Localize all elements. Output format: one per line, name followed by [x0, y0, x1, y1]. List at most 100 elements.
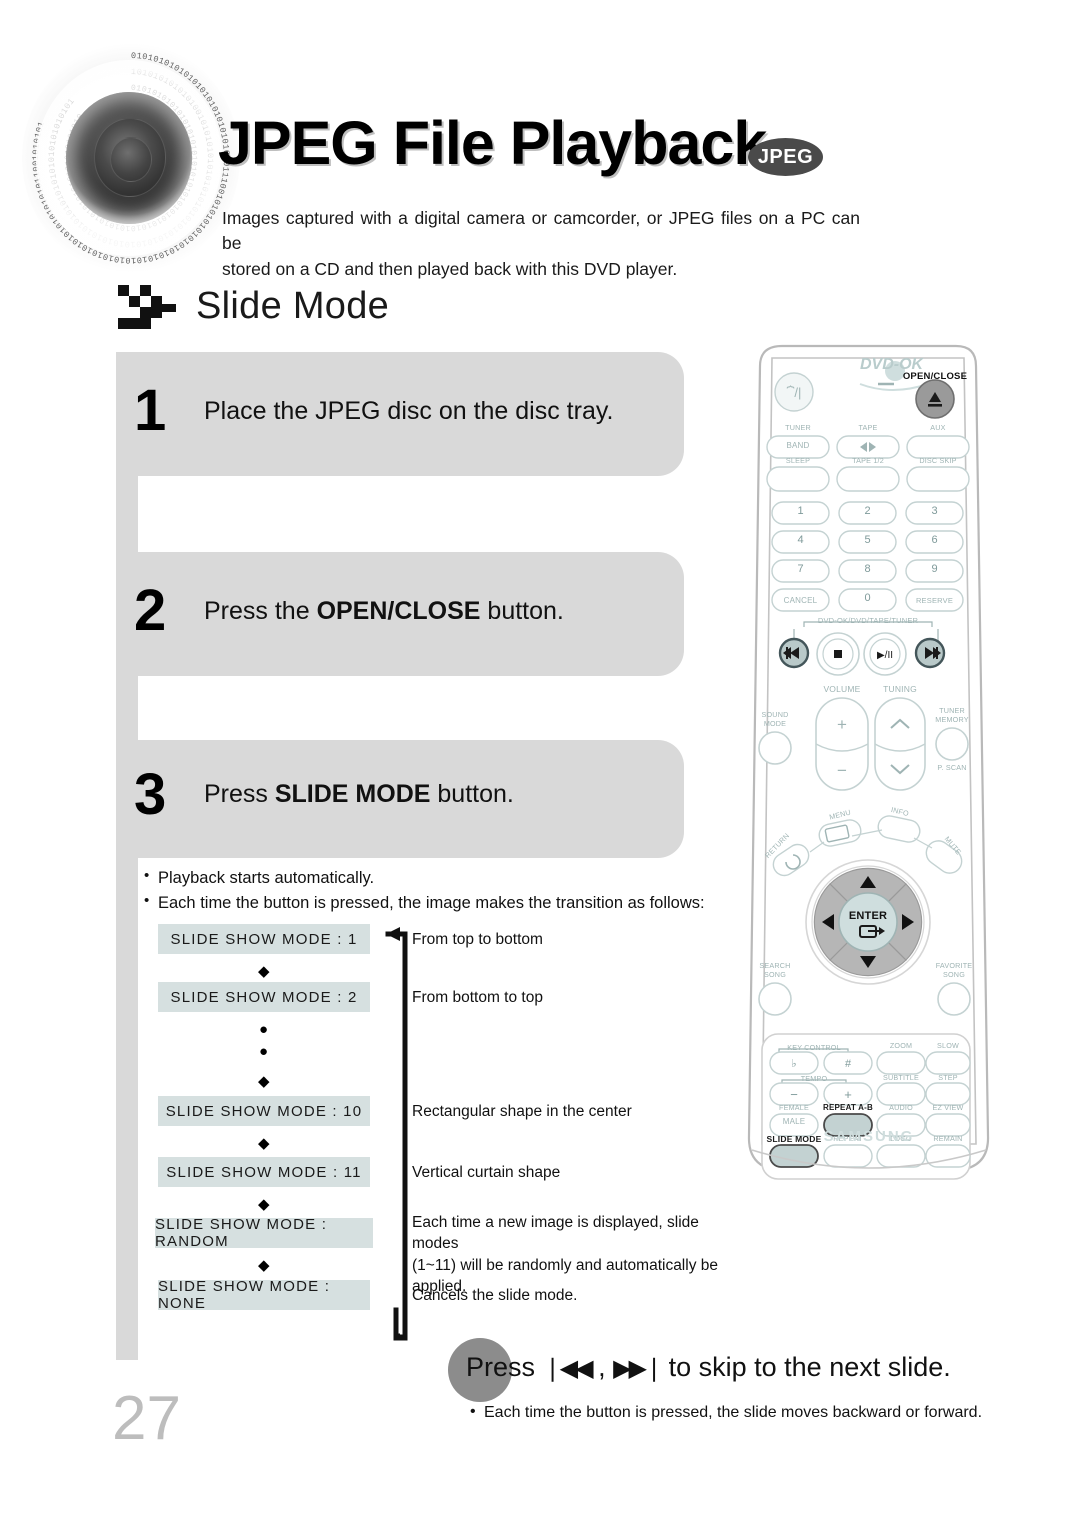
- intro-paragraph: Images captured with a digital camera or…: [222, 206, 860, 282]
- svg-text:+: +: [837, 715, 847, 734]
- step-1-text: Place the JPEG disc on the disc tray.: [204, 397, 613, 426]
- remote-label-transport-group: DVD-OK/DVD/TAPE/TUNER: [817, 616, 919, 625]
- remote-label-disc-skip: DISC SKIP: [919, 456, 957, 465]
- step-2-text-after: button.: [480, 597, 564, 625]
- flow-desc-line1: Each time a new image is displayed, slid…: [412, 1214, 699, 1253]
- flow-desc: Cancels the slide mode.: [412, 1287, 578, 1304]
- remote-key-3[interactable]: 3: [906, 505, 963, 517]
- flow-box: SLIDE SHOW MODE : RANDOM: [155, 1216, 373, 1250]
- page-number: 27: [112, 1384, 181, 1453]
- flow-desc: Rectangular shape in the center: [412, 1103, 632, 1120]
- remote-key-2[interactable]: 2: [839, 505, 896, 517]
- speaker-cone-icon: [66, 92, 192, 224]
- step-2-text: Press the OPEN/CLOSE button.: [204, 597, 564, 626]
- remote-label-repeat-ab: REPEAT A-B: [823, 1103, 873, 1112]
- svg-text:♭: ♭: [791, 1058, 796, 1070]
- sound-mode-line1: SOUND: [761, 710, 789, 719]
- remote-key-8[interactable]: 8: [839, 563, 896, 575]
- remote-label-step: STEP: [938, 1073, 958, 1082]
- remote-key-6[interactable]: 6: [906, 534, 963, 546]
- remote-label-male[interactable]: MALE: [770, 1117, 818, 1126]
- flow-box: SLIDE SHOW MODE : 2: [158, 982, 370, 1012]
- flow-arrow-diamond: ◆: [258, 1196, 270, 1213]
- favorite-song-line1: FAVORITE: [935, 961, 973, 970]
- flow-desc: From bottom to top: [412, 989, 543, 1006]
- flow-ellipsis-dot: ●: [259, 1043, 269, 1060]
- bullet-item: Playback starts automatically.: [142, 865, 722, 891]
- remote-label-tuning: TUNING: [883, 684, 917, 694]
- jpeg-format-badge: JPEG: [748, 138, 823, 176]
- intro-line-1: Images captured with a digital camera or…: [222, 208, 860, 254]
- remote-label-enter[interactable]: ENTER: [840, 910, 896, 922]
- remote-label-search-song: SEARCH SONG: [749, 961, 801, 979]
- remote-label-open-close: OPEN/CLOSE: [902, 371, 968, 382]
- step-3-text-after: button.: [430, 780, 514, 808]
- remote-key-5[interactable]: 5: [839, 534, 896, 546]
- flow-box: SLIDE SHOW MODE : 1: [158, 924, 370, 954]
- svg-text:−: −: [837, 761, 847, 780]
- slide-mode-arrow-icon: [118, 285, 180, 340]
- skip-next-icon: ▶▶❘: [613, 1355, 664, 1382]
- sound-mode-line2: MODE: [763, 719, 787, 728]
- flow-arrow-diamond: ◆: [258, 1257, 270, 1274]
- section-title: Slide Mode: [196, 285, 390, 327]
- remote-key-7[interactable]: 7: [772, 563, 829, 575]
- remote-brand-bottom: SAMSUNG: [823, 1128, 915, 1145]
- flow-box: SLIDE SHOW MODE : NONE: [158, 1278, 370, 1312]
- step-3-text-before: Press: [204, 780, 275, 808]
- step-3: 3 Press SLIDE MODE button.: [116, 740, 684, 858]
- step-2-text-bold: OPEN/CLOSE: [316, 597, 481, 625]
- remote-label-tuner: TUNER: [785, 423, 811, 432]
- step-1-text-before: Place the JPEG disc on the disc tray.: [204, 397, 614, 425]
- step-3-text-bold: SLIDE MODE: [274, 780, 431, 808]
- remote-label-sleep: SLEEP: [785, 456, 811, 465]
- manual-page: 0101010101010101010101010101011100101010…: [0, 0, 1080, 1528]
- remote-label-aux: AUX: [930, 423, 946, 432]
- remote-key-4[interactable]: 4: [772, 534, 829, 546]
- step-1: 1 Place the JPEG disc on the disc tray.: [116, 352, 684, 476]
- step-1-number: 1: [134, 378, 167, 443]
- svg-text:#: #: [845, 1058, 852, 1070]
- svg-text:+: +: [844, 1087, 852, 1102]
- remote-label-subtitle: SUBTITLE: [883, 1073, 919, 1082]
- remote-label-remain: REMAIN: [933, 1134, 963, 1143]
- page-title: JPEG File Playback: [218, 109, 767, 177]
- favorite-song-line2: SONG: [943, 970, 965, 979]
- remote-label-zoom: ZOOM: [889, 1041, 913, 1050]
- remote-label-tuner-memory: TUNER MEMORY: [926, 706, 978, 724]
- step-2-text-before: Press the: [204, 597, 317, 625]
- remote-label-sound-mode: SOUND MODE: [749, 710, 801, 728]
- remote-label-tempo: TEMPO: [800, 1074, 828, 1083]
- flow-box: SLIDE SHOW MODE : 10: [158, 1096, 370, 1126]
- note-bullet-list: Playback starts automatically. Each time…: [142, 865, 722, 916]
- step-3-text: Press SLIDE MODE button.: [204, 780, 514, 809]
- remote-label-cancel[interactable]: CANCEL: [772, 596, 829, 605]
- search-song-line1: SEARCH: [759, 961, 791, 970]
- flow-arrow-diamond: ◆: [258, 1135, 270, 1152]
- remote-label-reserve[interactable]: RESERVE: [906, 596, 963, 605]
- step-3-number: 3: [134, 762, 167, 827]
- tuner-memory-line2: MEMORY: [935, 715, 969, 724]
- remote-key-1[interactable]: 1: [772, 505, 829, 517]
- flow-ellipsis-dot: ●: [259, 1021, 269, 1038]
- remote-label-band: BAND: [786, 441, 810, 450]
- flow-box: SLIDE SHOW MODE : 11: [158, 1157, 370, 1187]
- remote-key-0[interactable]: 0: [839, 592, 896, 604]
- step-2-number: 2: [134, 578, 167, 643]
- remote-key-9[interactable]: 9: [906, 563, 963, 575]
- remote-label-tape: TAPE: [858, 423, 878, 432]
- remote-control-illustration: ⏞/| ▶/II + − ♭ # − + DVD-OK OPEN/CLOSE T…: [742, 344, 994, 1192]
- bullet-item: Each time the button is pressed, the ima…: [142, 890, 722, 916]
- remote-label-volume: VOLUME: [823, 684, 861, 694]
- slide-mode-flow-diagram: SLIDE SHOW MODE : 1 ◆ SLIDE SHOW MODE : …: [155, 924, 718, 1344]
- svg-text:−: −: [790, 1087, 798, 1102]
- tuner-memory-line1: TUNER: [939, 706, 965, 715]
- flow-desc: From top to bottom: [412, 931, 543, 948]
- flow-desc: Vertical curtain shape: [412, 1164, 561, 1181]
- skip-prev-icon: ❘◀◀: [542, 1355, 594, 1382]
- skip-instruction: Press ❘◀◀ , ▶▶❘ to skip to the next slid…: [466, 1352, 951, 1383]
- remote-label-tape12: TAPE 1/2: [852, 456, 884, 465]
- search-song-line2: SONG: [764, 970, 786, 979]
- skip-separator: ,: [590, 1352, 614, 1382]
- remote-label-favorite-song: FAVORITE SONG: [928, 961, 980, 979]
